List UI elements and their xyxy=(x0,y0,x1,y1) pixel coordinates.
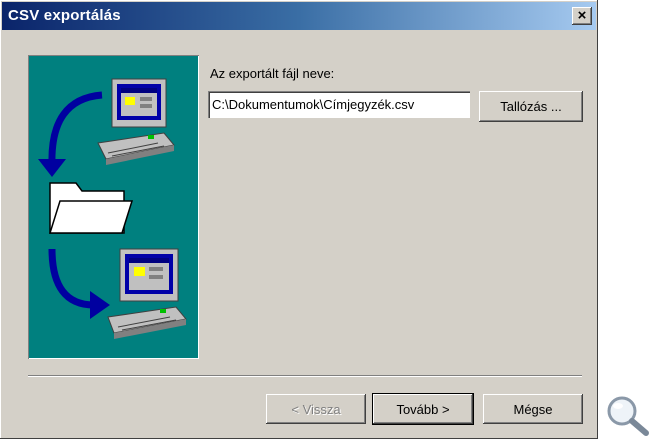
close-button[interactable]: × xyxy=(572,7,592,25)
filename-label: Az exportált fájl neve: xyxy=(210,66,335,81)
export-wizard-illustration xyxy=(28,55,199,359)
back-button[interactable]: < Vissza xyxy=(266,394,366,424)
magnifier-icon[interactable] xyxy=(604,394,652,436)
next-button[interactable]: Tovább > xyxy=(373,394,473,424)
title-bar[interactable]: CSV exportálás × xyxy=(2,2,596,30)
csv-export-dialog: CSV exportálás × Az exportált fájl neve:… xyxy=(0,0,598,439)
computer-folder-computer-icon xyxy=(38,78,187,339)
separator xyxy=(28,375,582,377)
window-title: CSV exportálás xyxy=(8,7,121,24)
cancel-button[interactable]: Mégse xyxy=(483,394,583,424)
filename-field[interactable] xyxy=(208,91,470,118)
browse-button[interactable]: Tallózás ... xyxy=(479,91,583,122)
